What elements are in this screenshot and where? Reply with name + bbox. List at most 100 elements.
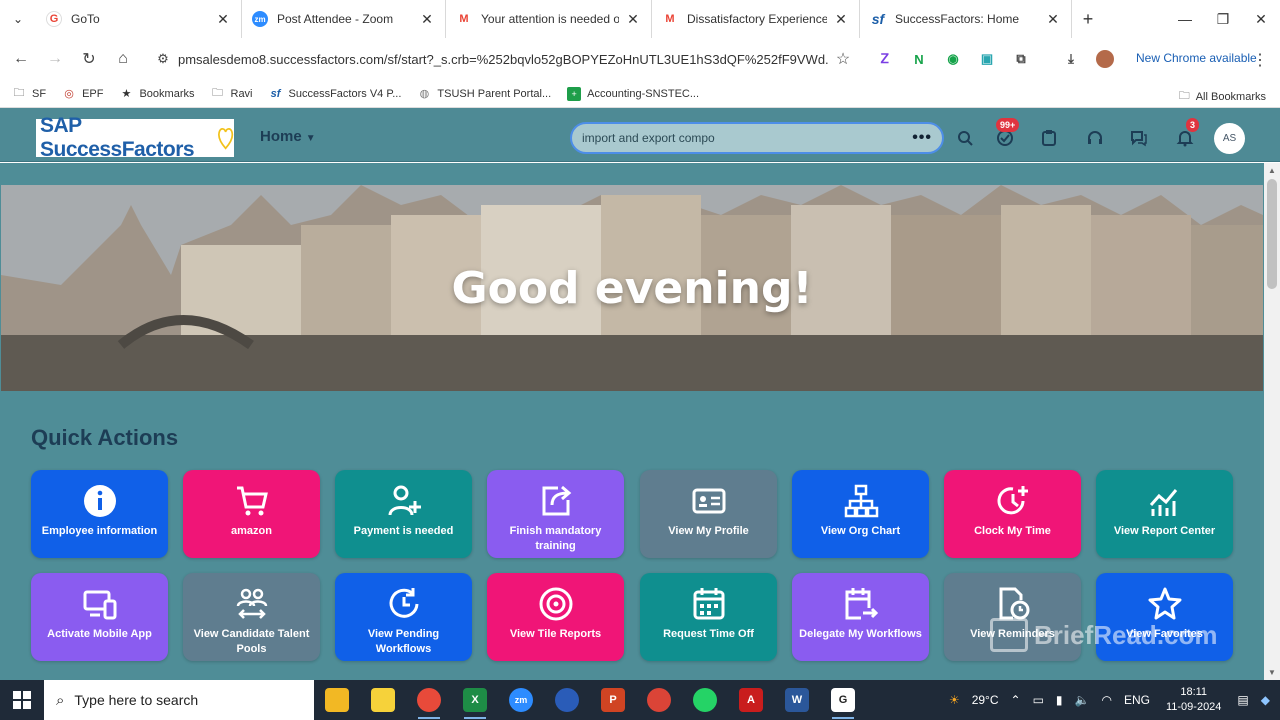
puzzle-icon[interactable]: ⧉ xyxy=(1006,38,1036,80)
weather-icon[interactable]: ☀ xyxy=(949,693,960,707)
all-bookmarks[interactable]: 🗀 All Bookmarks xyxy=(1179,87,1266,106)
globe-icon xyxy=(555,688,579,712)
new-chrome-available[interactable]: New Chrome available xyxy=(1136,51,1257,65)
gotomeeting-app[interactable]: G xyxy=(820,680,866,720)
tab-successfactors[interactable]: sf SuccessFactors: Home ✕ xyxy=(860,0,1072,38)
tile-request-time-off[interactable]: Request Time Off xyxy=(640,573,777,661)
language-indicator[interactable]: ENG xyxy=(1124,693,1150,707)
share-icon xyxy=(537,482,575,520)
search-icon[interactable] xyxy=(950,124,980,152)
file-explorer-app[interactable] xyxy=(314,680,360,720)
chrome-menu-icon[interactable]: ⋮ xyxy=(1252,50,1268,70)
tile-view-my-profile[interactable]: View My Profile xyxy=(640,470,777,558)
close-tab-icon[interactable]: ✕ xyxy=(419,11,435,28)
tab-goto[interactable]: G GoTo ✕ xyxy=(36,0,242,38)
copilot-icon[interactable]: ◆ xyxy=(1261,693,1270,707)
heart-logo-icon xyxy=(217,128,234,150)
close-tab-icon[interactable]: ✕ xyxy=(833,11,849,28)
close-tab-icon[interactable]: ✕ xyxy=(1045,11,1061,28)
tile-label: View My Profile xyxy=(668,525,749,537)
whatsapp-app[interactable] xyxy=(682,680,728,720)
download-icon[interactable]: ⤓ xyxy=(1056,38,1086,80)
bookmark-epf[interactable]: ◎ EPF xyxy=(62,87,103,101)
home-icon[interactable]: ⌂ xyxy=(106,42,140,76)
home-menu[interactable]: Home ▼ xyxy=(260,128,316,145)
bookmark-tsush[interactable]: ◍ TSUSH Parent Portal... xyxy=(417,87,552,101)
site-info-icon[interactable]: ⚙ xyxy=(148,51,178,67)
chat-icon[interactable] xyxy=(1124,124,1154,152)
bookmark-sf[interactable]: 🗀 SF xyxy=(12,87,47,101)
zoom-icon: zm xyxy=(509,688,533,712)
powerpoint-app[interactable]: P xyxy=(590,680,636,720)
word-app[interactable]: W xyxy=(774,680,820,720)
windows-start-icon[interactable] xyxy=(0,680,44,720)
tile-amazon[interactable]: amazon xyxy=(183,470,320,558)
tab-title: GoTo xyxy=(71,12,100,26)
scroll-up-icon[interactable]: ▲ xyxy=(1268,166,1276,175)
taskbar-search[interactable]: ⌕ Type here to search xyxy=(44,680,314,720)
wifi-icon[interactable]: ◠ xyxy=(1101,693,1111,707)
tile-delegate-my-workflows[interactable]: Delegate My Workflows xyxy=(792,573,929,661)
reload-icon[interactable]: ↻ xyxy=(72,42,106,76)
approvals-icon[interactable] xyxy=(1034,124,1064,152)
tray-chevron-icon[interactable]: ⌃ xyxy=(1011,693,1021,707)
temperature[interactable]: 29°C xyxy=(972,693,999,707)
acrobat-icon: A xyxy=(739,688,763,712)
scroll-down-icon[interactable]: ▼ xyxy=(1268,668,1276,677)
sap-search-input[interactable] xyxy=(582,131,913,145)
zoom-app[interactable]: zm xyxy=(498,680,544,720)
omnibox[interactable]: ⚙ pmsalesdemo8.successfactors.com/sf/sta… xyxy=(148,43,858,75)
acrobat-app[interactable]: A xyxy=(728,680,774,720)
tab-search-chevron-icon[interactable]: ⌄ xyxy=(0,0,36,38)
minimize-icon[interactable]: — xyxy=(1166,0,1204,38)
bookmark-accounting[interactable]: + Accounting-SNSTEC... xyxy=(567,86,699,101)
forward-icon[interactable]: → xyxy=(38,42,72,76)
excel-app[interactable]: X xyxy=(452,680,498,720)
page-scrollbar[interactable]: ▲ ▼ xyxy=(1264,163,1280,680)
more-options-icon[interactable]: ••• xyxy=(912,129,932,147)
tray-app-icon[interactable]: ▭ xyxy=(1033,693,1044,707)
bookmark-bookmarks[interactable]: ★ Bookmarks xyxy=(119,87,195,101)
notification-center-icon[interactable]: ▤ xyxy=(1237,693,1248,707)
volume-icon[interactable]: 🔈 xyxy=(1075,693,1090,707)
headset-icon[interactable] xyxy=(1080,124,1110,152)
extension-icon[interactable]: Ꮓ xyxy=(870,38,900,80)
restore-icon[interactable]: ❐ xyxy=(1204,0,1242,38)
tile-view-candidate-talent-pools[interactable]: View Candidate Talent Pools xyxy=(183,573,320,661)
taskbar-clock[interactable]: 18:11 11-09-2024 xyxy=(1166,685,1221,715)
tab-gmail-attention[interactable]: M Your attention is needed on ✕ xyxy=(446,0,652,38)
extension-n-icon[interactable]: N xyxy=(904,38,934,80)
tile-view-org-chart[interactable]: View Org Chart xyxy=(792,470,929,558)
tile-view-tile-reports[interactable]: View Tile Reports xyxy=(487,573,624,661)
sap-successfactors-logo[interactable]: SAP SuccessFactors xyxy=(36,114,234,161)
chrome-app[interactable] xyxy=(406,680,452,720)
sap-search-box[interactable]: ••• xyxy=(570,122,944,154)
url-text[interactable]: pmsalesdemo8.successfactors.com/sf/start… xyxy=(178,52,828,67)
bookmark-successfactors[interactable]: sf SuccessFactors V4 P... xyxy=(269,87,402,101)
network-app[interactable] xyxy=(544,680,590,720)
extension-icon[interactable]: ▣ xyxy=(972,38,1002,80)
tile-view-report-center[interactable]: View Report Center xyxy=(1096,470,1233,558)
bookmark-star-icon[interactable]: ☆ xyxy=(828,49,858,69)
user-avatar[interactable]: AS xyxy=(1214,123,1245,154)
sticky-notes-app[interactable] xyxy=(360,680,406,720)
tile-activate-mobile-app[interactable]: Activate Mobile App xyxy=(31,573,168,661)
close-tab-icon[interactable]: ✕ xyxy=(625,11,641,28)
tab-zoom[interactable]: zm Post Attendee - Zoom ✕ xyxy=(242,0,446,38)
new-tab-button[interactable]: + xyxy=(1072,9,1104,30)
profile-avatar-icon[interactable] xyxy=(1090,38,1120,80)
tab-gmail-dissatisfactory[interactable]: M Dissatisfactory Experience w ✕ xyxy=(652,0,860,38)
back-icon[interactable]: ← xyxy=(4,42,38,76)
tile-employee-information[interactable]: Employee information xyxy=(31,470,168,558)
tile-clock-my-time[interactable]: Clock My Time xyxy=(944,470,1081,558)
tile-view-pending-workflows[interactable]: View Pending Workflows xyxy=(335,573,472,661)
grammarly-icon[interactable]: ◉ xyxy=(938,38,968,80)
chrome-profile-app[interactable] xyxy=(636,680,682,720)
close-tab-icon[interactable]: ✕ xyxy=(215,11,231,28)
tile-payment-is-needed[interactable]: Payment is needed xyxy=(335,470,472,558)
bookmark-ravi[interactable]: 🗀 Ravi xyxy=(211,87,253,101)
tile-finish-mandatory-training[interactable]: Finish mandatory training xyxy=(487,470,624,558)
close-window-icon[interactable]: ✕ xyxy=(1242,0,1280,38)
scrollbar-thumb[interactable] xyxy=(1267,179,1277,289)
battery-icon[interactable]: ▮ xyxy=(1056,693,1063,707)
